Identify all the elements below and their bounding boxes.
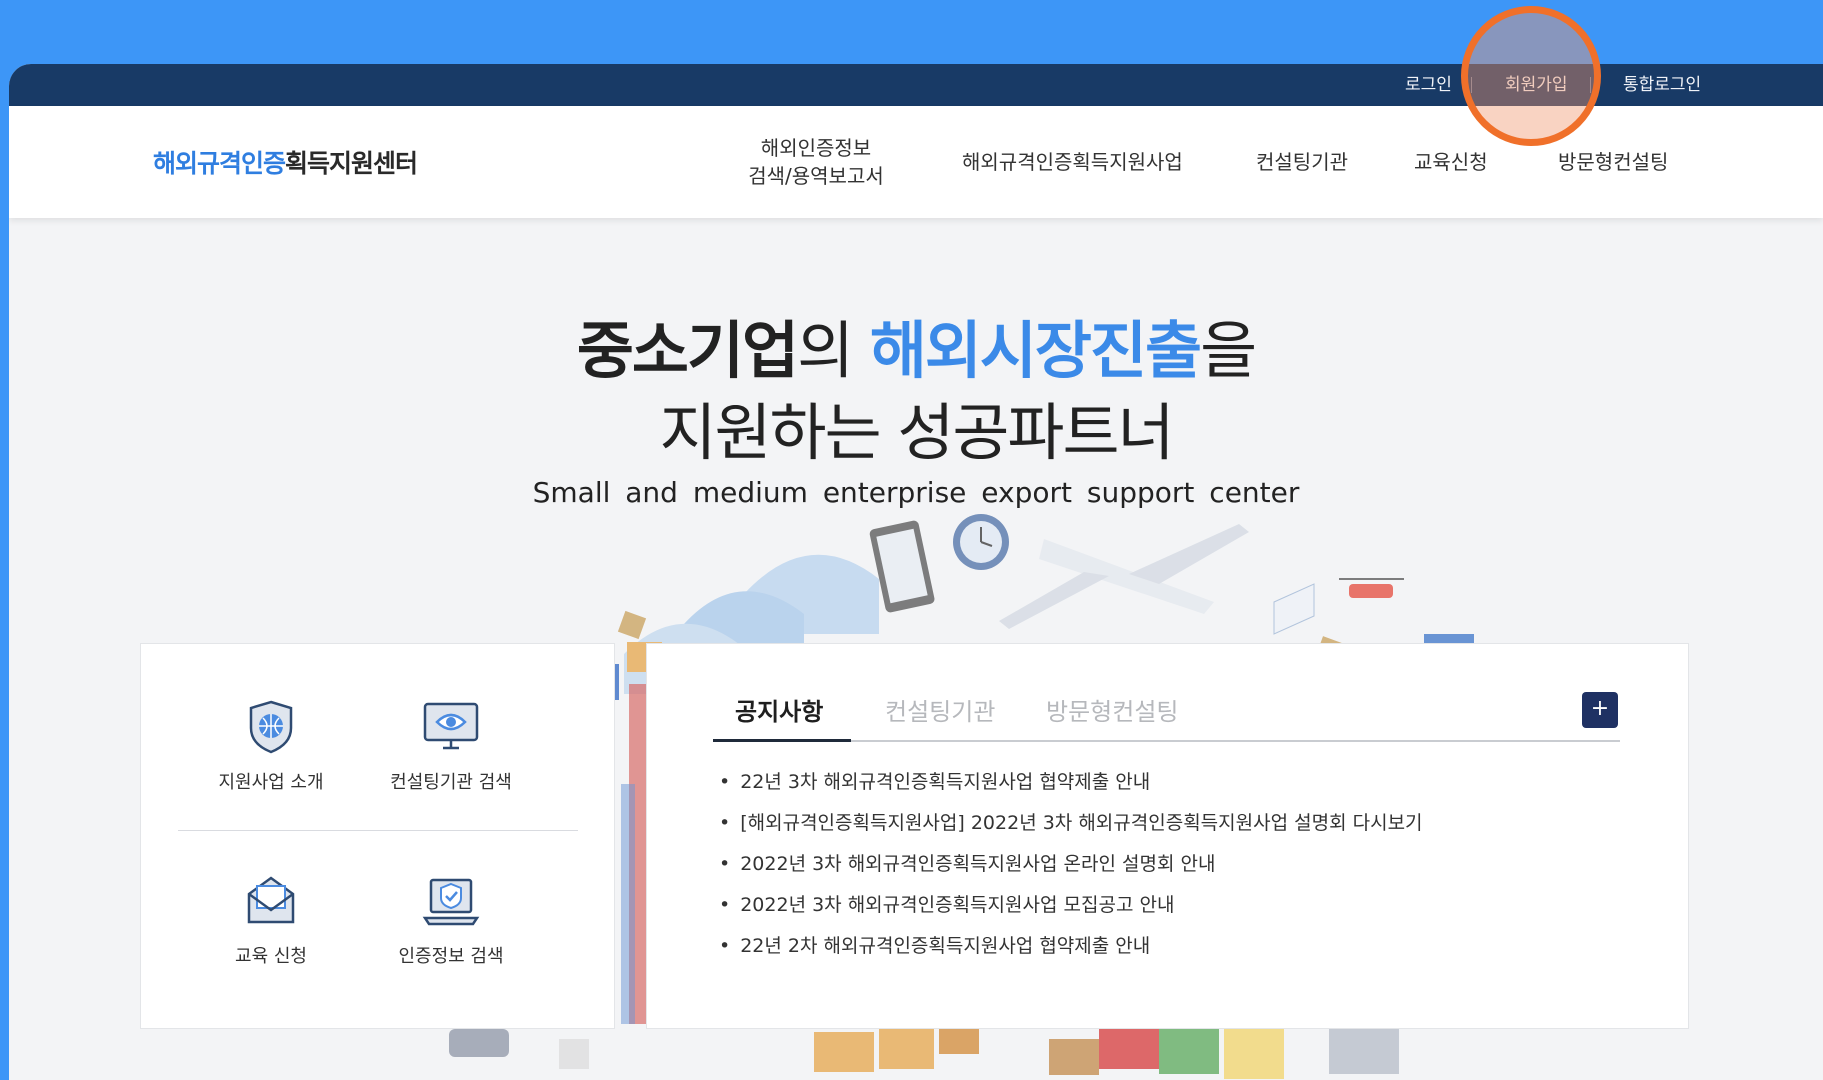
signup-highlight-circle	[1461, 6, 1601, 146]
nav-cert-info-line2: 검색/용역보고서	[748, 164, 884, 188]
hero-title-line2: 지원하는 성공파트너	[9, 382, 1823, 472]
hero-title-line1: 중소기업의 해외시장진출을	[9, 300, 1823, 390]
envelope-icon	[241, 870, 301, 930]
nav-cert-info-line1: 해외인증정보	[760, 136, 872, 160]
quick-menu-label: 교육 신청	[235, 946, 307, 967]
notice-panel: 공지사항 컨설팅기관 방문형컨설팅 + 22년 3차 해외규격인증획득지원사업 …	[646, 643, 1689, 1029]
site-logo[interactable]: 해외규격인증획득지원센터	[153, 144, 418, 180]
quick-menu-cert-search[interactable]: 인증정보 검색	[361, 870, 541, 968]
hero-title-sme: 중소기업	[576, 314, 799, 387]
quick-menu-education[interactable]: 교육 신청	[181, 870, 361, 968]
notice-list: 22년 3차 해외규격인증획득지원사업 협약제출 안내 [해외규격인증획득지원사…	[719, 762, 1423, 967]
login-link[interactable]: 로그인	[1405, 64, 1452, 106]
hero-title-overseas: 해외시장진출	[869, 314, 1202, 387]
quick-menu-panel: 지원사업 소개 컨설팅기관 검색 교육 신청 인증정보 검색	[140, 643, 615, 1029]
shield-globe-icon	[241, 696, 301, 756]
quick-menu-consulting-search[interactable]: 컨설팅기관 검색	[361, 696, 541, 794]
tab-visiting-consulting[interactable]: 방문형컨설팅	[1046, 692, 1178, 727]
quick-menu-divider	[178, 830, 578, 831]
notice-item[interactable]: 2022년 3차 해외규격인증획득지원사업 온라인 설명회 안내	[719, 844, 1423, 885]
hero-title-particle2: 을	[1200, 314, 1257, 387]
quick-menu-support-intro[interactable]: 지원사업 소개	[181, 696, 361, 794]
monitor-eye-icon	[421, 696, 481, 756]
logo-text-blue: 해외규격인증	[153, 149, 286, 178]
laptop-check-icon	[421, 870, 481, 930]
hero-subtitle: Small and medium enterprise export suppo…	[532, 476, 1300, 509]
quick-menu-label: 컨설팅기관 검색	[390, 772, 512, 793]
hero-title-particle: 의	[797, 314, 870, 387]
browser-window: 로그인 회원가입 통합로그인 해외규격인증획득지원센터 해외인증정보 검색/용역…	[9, 64, 1823, 1080]
nav-consulting-agency[interactable]: 컨설팅기관	[1256, 106, 1348, 218]
more-button[interactable]: +	[1582, 692, 1618, 728]
nav-support-program[interactable]: 해외규격인증획득지원사업	[962, 106, 1183, 218]
logo-text-dark: 획득지원센터	[285, 149, 418, 178]
tab-active-indicator	[713, 739, 851, 742]
tab-consulting-agency[interactable]: 컨설팅기관	[885, 692, 995, 727]
unified-login-link[interactable]: 통합로그인	[1623, 64, 1701, 106]
tab-notice[interactable]: 공지사항	[735, 692, 823, 727]
notice-item[interactable]: 22년 2차 해외규격인증획득지원사업 협약제출 안내	[719, 926, 1423, 967]
nav-cert-info[interactable]: 해외인증정보 검색/용역보고서	[736, 106, 896, 218]
nav-education[interactable]: 교육신청	[1414, 106, 1488, 218]
notice-item[interactable]: 2022년 3차 해외규격인증획득지원사업 모집공고 안내	[719, 885, 1423, 926]
notice-item[interactable]: 22년 3차 해외규격인증획득지원사업 협약제출 안내	[719, 762, 1423, 803]
hero-title-partner: 성공파트너	[897, 396, 1174, 469]
quick-menu-label: 지원사업 소개	[218, 772, 324, 793]
hero-title-support: 지원하는	[659, 396, 898, 469]
quick-menu-label: 인증정보 검색	[398, 946, 504, 967]
notice-item[interactable]: [해외규격인증획득지원사업] 2022년 3차 해외규격인증획득지원사업 설명회…	[719, 803, 1422, 844]
